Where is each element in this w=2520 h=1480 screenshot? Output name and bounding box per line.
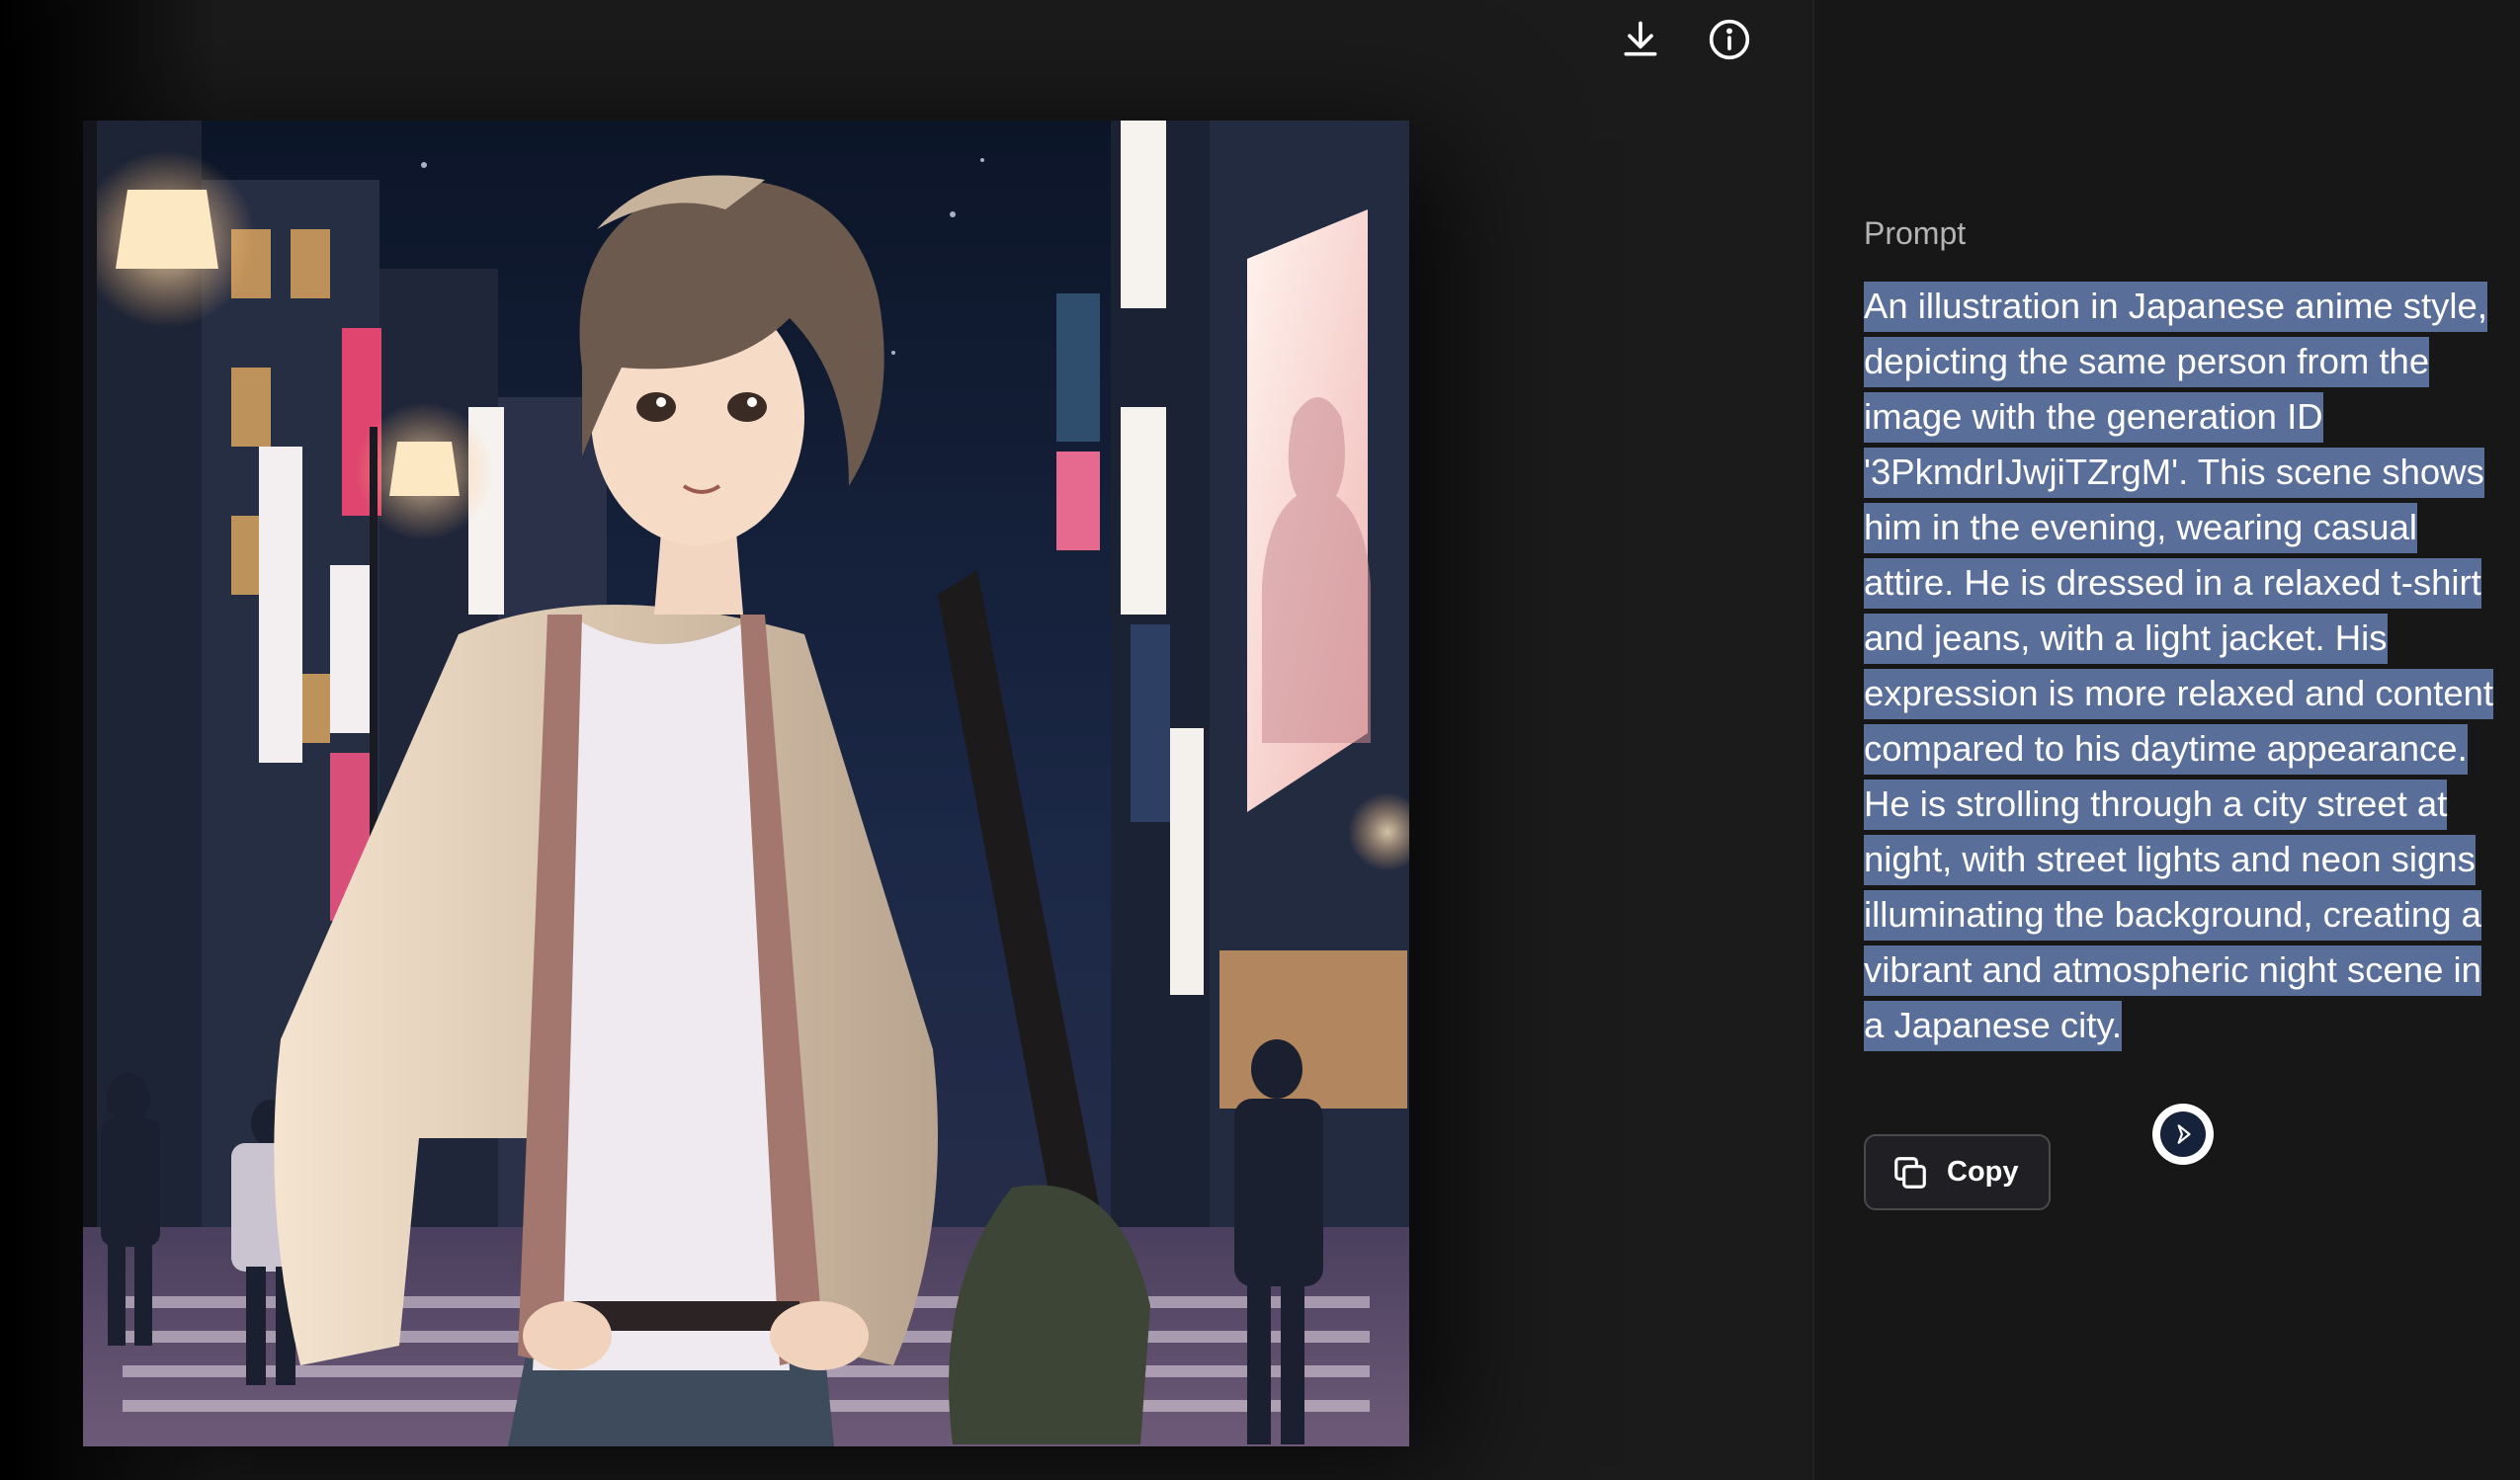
info-button[interactable] — [1706, 16, 1753, 63]
prompt-sidebar: Prompt An illustration in Japanese anime… — [1812, 0, 2520, 1480]
download-button[interactable] — [1617, 16, 1664, 63]
prompt-text[interactable]: An illustration in Japanese anime style,… — [1864, 279, 2496, 1053]
copy-icon — [1894, 1156, 1926, 1189]
viewer-toolbar — [1617, 16, 1753, 63]
image-viewer-app: Prompt An illustration in Japanese anime… — [0, 0, 2520, 1480]
extension-floating-button[interactable] — [2152, 1104, 2214, 1165]
anime-night-street-illustration — [83, 121, 1409, 1446]
info-icon — [1709, 19, 1750, 60]
prompt-heading: Prompt — [1864, 215, 1967, 251]
image-viewer-pane — [0, 0, 1812, 1480]
generated-image[interactable] — [83, 121, 1409, 1446]
copy-button-label: Copy — [1947, 1156, 2019, 1188]
copy-button[interactable]: Copy — [1864, 1134, 2051, 1210]
prompt-text-selection[interactable]: An illustration in Japanese anime style,… — [1864, 282, 2494, 1051]
extension-icon — [2160, 1111, 2206, 1157]
download-icon — [1624, 21, 1657, 56]
